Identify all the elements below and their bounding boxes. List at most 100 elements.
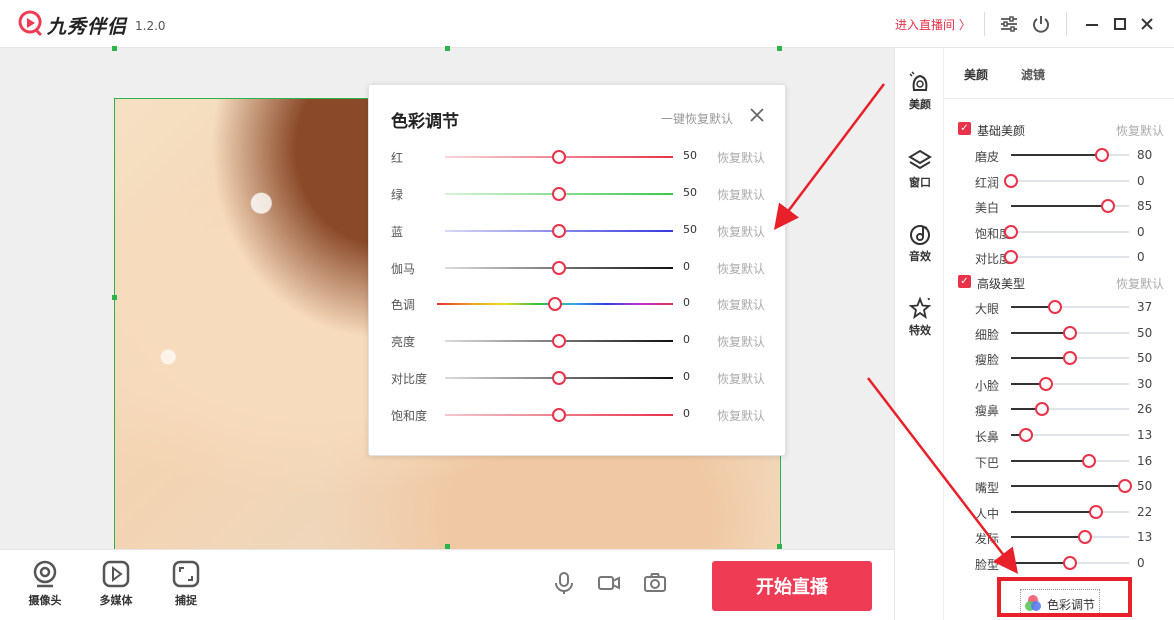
reset-button[interactable]: 恢复默认 (717, 370, 765, 387)
app-logo-icon (18, 10, 43, 36)
slider-handle[interactable] (1101, 199, 1115, 213)
slider-handle[interactable] (1004, 250, 1018, 264)
slider-label: 饱和度 (391, 409, 428, 423)
slider-track[interactable] (1011, 556, 1129, 570)
reset-button[interactable]: 恢复默认 (717, 296, 765, 313)
reset-basic-button[interactable]: 恢复默认 (1116, 122, 1164, 139)
slider-handle[interactable] (552, 334, 566, 348)
slider-track[interactable] (1011, 428, 1129, 442)
slider-label: 发际 (975, 532, 1000, 547)
basic-beauty-checkbox[interactable]: ✓ (958, 122, 971, 135)
reset-button[interactable]: 恢复默认 (717, 223, 765, 240)
slider-value: 0 (1137, 173, 1145, 188)
slider-track[interactable] (1011, 300, 1129, 314)
multimedia-label: 多媒体 (99, 594, 133, 607)
slider-track[interactable] (1011, 479, 1132, 494)
category-beauty[interactable]: 美颜 (895, 70, 945, 112)
slider-track[interactable] (1011, 325, 1129, 340)
settings-sliders-icon[interactable] (999, 14, 1019, 34)
slider-value: 0 (683, 260, 690, 273)
slider-track[interactable] (1004, 250, 1129, 264)
slider-handle[interactable] (1035, 402, 1049, 417)
slider-label: 小脸 (975, 378, 1000, 393)
multimedia-button[interactable]: 多媒体 (91, 560, 141, 608)
category-audio-effect[interactable]: 音效 (895, 222, 945, 264)
close-icon[interactable] (749, 107, 765, 123)
beauty-icon (909, 71, 928, 91)
capture-icon (172, 560, 200, 588)
tab-filter[interactable]: 滤镜 (1021, 66, 1045, 83)
reset-button[interactable]: 恢复默认 (717, 149, 765, 166)
slider-track[interactable] (1011, 376, 1129, 391)
tab-beauty[interactable]: 美颜 (964, 66, 988, 83)
slider-handle[interactable] (1063, 351, 1077, 366)
video-camera-icon[interactable] (598, 572, 620, 594)
slider-track[interactable] (1011, 199, 1129, 213)
slider-handle[interactable] (1082, 453, 1096, 468)
reset-all-button[interactable]: 一键恢复默认 (661, 110, 733, 127)
close-icon[interactable] (1137, 14, 1157, 34)
reset-button[interactable]: 恢复默认 (717, 260, 765, 277)
slider-handle[interactable] (548, 297, 562, 311)
beauty-slider-row: 人中 22 (944, 502, 1174, 522)
slider-handle[interactable] (1095, 148, 1109, 162)
dialog-title: 色彩调节 (391, 112, 459, 132)
slider-track[interactable] (1004, 224, 1129, 239)
color-slider-row: 蓝 50 恢复默认 (369, 221, 787, 241)
slider-track[interactable] (1011, 453, 1129, 468)
play-icon (102, 560, 130, 588)
category-label: 美颜 (909, 98, 931, 111)
resize-handle[interactable] (112, 295, 117, 300)
category-window[interactable]: 窗口 (895, 148, 945, 190)
start-live-button[interactable]: 开始直播 (712, 561, 872, 611)
slider-track[interactable] (1011, 402, 1129, 417)
slider-track[interactable] (1011, 504, 1129, 519)
capture-button[interactable]: 捕捉 (161, 560, 211, 608)
slider-value: 37 (1137, 300, 1153, 314)
power-icon[interactable] (1031, 14, 1051, 34)
slider-handle[interactable] (552, 187, 566, 201)
minimize-icon[interactable] (1082, 14, 1102, 34)
slider-handle[interactable] (1118, 479, 1132, 494)
reset-button[interactable]: 恢复默认 (717, 407, 765, 424)
slider-handle[interactable] (1078, 530, 1092, 545)
slider-label: 美白 (975, 201, 1000, 215)
slider-label: 人中 (975, 506, 1000, 521)
slider-track[interactable] (1011, 148, 1129, 162)
slider-handle[interactable] (1019, 428, 1033, 442)
beauty-slider-row: 大眼 37 (944, 297, 1174, 317)
slider-track[interactable] (1011, 530, 1129, 545)
slider-handle[interactable] (552, 371, 566, 385)
slider-handle[interactable] (1004, 173, 1018, 188)
slider-handle[interactable] (1048, 300, 1062, 314)
reset-button[interactable]: 恢复默认 (717, 186, 765, 203)
maximize-icon[interactable] (1110, 14, 1130, 34)
slider-value: 22 (1137, 504, 1153, 519)
slider-handle[interactable] (1063, 325, 1077, 340)
resize-handle[interactable] (777, 46, 782, 51)
slider-handle[interactable] (552, 408, 566, 422)
webcam-button[interactable]: 摄像头 (20, 560, 70, 608)
slider-handle[interactable] (552, 150, 566, 164)
enter-live-room-link[interactable]: 进入直播间 〉 (895, 16, 971, 33)
slider-track[interactable] (1004, 173, 1129, 188)
slider-handle[interactable] (1089, 504, 1103, 519)
resize-handle[interactable] (445, 46, 450, 51)
slider-track[interactable] (1011, 351, 1129, 366)
microphone-icon[interactable] (553, 572, 575, 594)
beauty-slider-row: 美白 85 (944, 196, 1174, 216)
annotation-highlight-box (997, 577, 1132, 617)
slider-handle[interactable] (552, 224, 566, 238)
slider-handle[interactable] (1004, 224, 1018, 239)
slider-handle[interactable] (552, 261, 566, 275)
slider-handle[interactable] (1063, 556, 1077, 570)
advanced-shape-checkbox[interactable]: ✓ (958, 275, 971, 288)
reset-advanced-button[interactable]: 恢复默认 (1116, 275, 1164, 292)
camera-snapshot-icon[interactable] (644, 572, 666, 594)
resize-handle[interactable] (112, 46, 117, 51)
reset-button[interactable]: 恢复默认 (717, 333, 765, 350)
slider-value: 0 (683, 296, 690, 309)
app-name: 九秀伴侣 (47, 16, 128, 38)
slider-handle[interactable] (1039, 376, 1053, 391)
category-special-effect[interactable]: 特效 (895, 296, 945, 338)
